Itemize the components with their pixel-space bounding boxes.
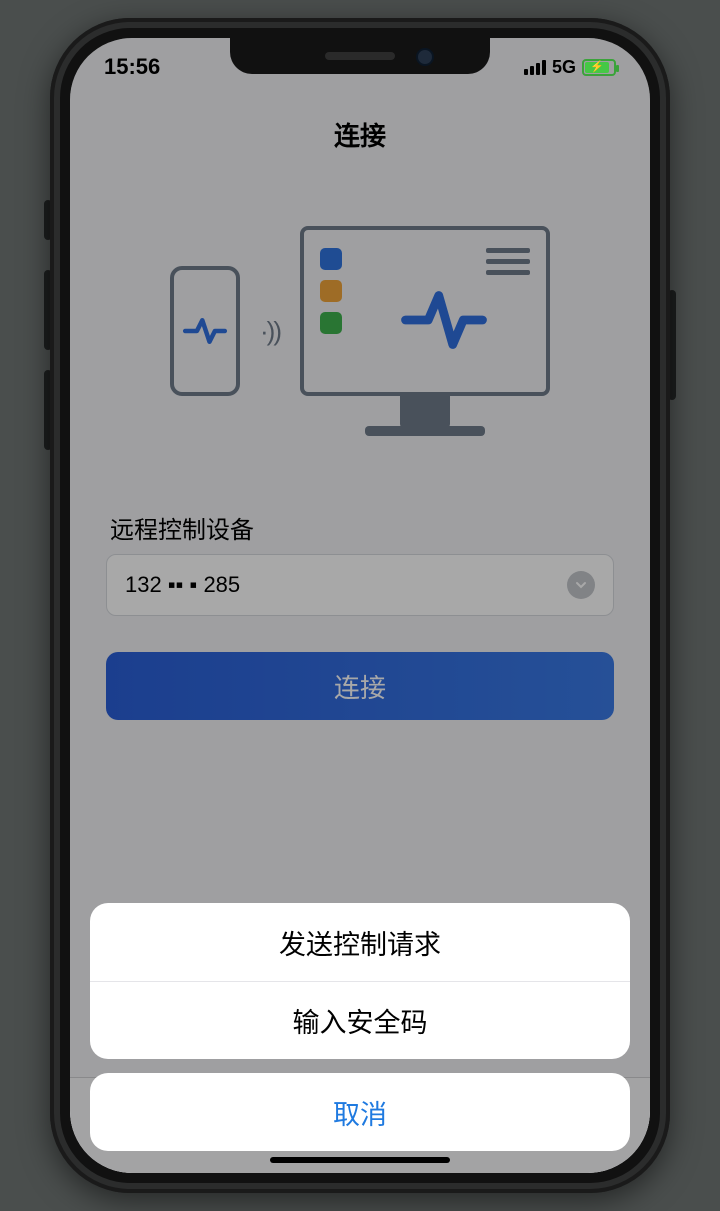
- phone-frame: 15:56 5G ⚡ 连接 ·)): [50, 18, 670, 1193]
- sheet-option-label: 输入安全码: [293, 1001, 428, 1040]
- home-indicator[interactable]: [270, 1157, 450, 1163]
- sheet-option-label: 发送控制请求: [279, 923, 441, 962]
- notch: [230, 38, 490, 74]
- sheet-cancel-label: 取消: [333, 1093, 387, 1132]
- sheet-cancel-button[interactable]: 取消: [90, 1073, 630, 1151]
- status-network: 5G: [552, 57, 576, 78]
- action-sheet: 发送控制请求 输入安全码 取消: [90, 903, 630, 1151]
- sheet-enter-code-button[interactable]: 输入安全码: [90, 981, 630, 1059]
- battery-icon: ⚡: [582, 59, 616, 76]
- status-time: 15:56: [104, 54, 160, 80]
- charging-icon: ⚡: [590, 62, 604, 73]
- sheet-send-request-button[interactable]: 发送控制请求: [90, 903, 630, 981]
- signal-icon: [524, 60, 546, 75]
- phone-screen: 15:56 5G ⚡ 连接 ·)): [70, 38, 650, 1173]
